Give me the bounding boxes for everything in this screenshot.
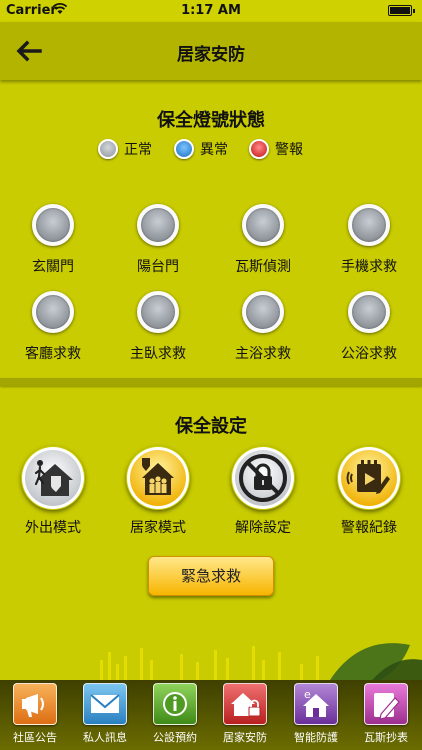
- tab-label: 社區公告: [13, 731, 57, 744]
- light-label: 手機求救: [341, 259, 397, 275]
- home-mode-button[interactable]: 居家模式: [105, 446, 211, 537]
- red-dot-icon: [249, 139, 269, 159]
- section-divider: [0, 378, 422, 386]
- alarm-log-button[interactable]: 警報紀錄: [316, 446, 422, 537]
- away-mode-button[interactable]: 外出模式: [0, 446, 106, 537]
- status-bar: Carrier 1:17 AM: [0, 0, 422, 22]
- mode-label: 解除設定: [235, 520, 291, 536]
- legend-label: 異常: [200, 142, 228, 158]
- status-light-icon: [242, 291, 284, 333]
- mode-label: 居家模式: [130, 520, 186, 536]
- legend-alarm: 警報: [249, 138, 303, 160]
- tab-gas-meter-reading[interactable]: 瓦斯抄表: [351, 683, 421, 745]
- alarm-log-icon: [337, 446, 401, 510]
- settings-section-title: 保全設定: [175, 416, 247, 437]
- info-icon: [153, 683, 197, 725]
- status-light-icon: [242, 204, 284, 246]
- light-label: 主浴求救: [235, 346, 291, 362]
- page-title: 居家安防: [177, 45, 245, 65]
- light-gas-detection[interactable]: 瓦斯偵測: [210, 204, 316, 276]
- status-light-icon: [32, 291, 74, 333]
- mail-icon: [83, 683, 127, 725]
- light-label: 玄關門: [32, 259, 74, 275]
- blue-dot-icon: [174, 139, 194, 159]
- announcement-icon: [13, 683, 57, 725]
- light-label: 瓦斯偵測: [235, 259, 291, 275]
- tab-facility-booking[interactable]: 公設預約: [140, 683, 210, 745]
- light-label: 公浴求救: [341, 346, 397, 362]
- disarm-button[interactable]: 解除設定: [210, 446, 316, 537]
- tab-home-security[interactable]: 居家安防: [210, 683, 280, 745]
- tab-label: 居家安防: [223, 731, 267, 744]
- legend-normal: 正常: [98, 138, 152, 160]
- status-light-icon: [348, 204, 390, 246]
- legend-label: 警報: [275, 142, 303, 158]
- light-label: 主臥求救: [130, 346, 186, 362]
- light-master-bedroom-sos[interactable]: 主臥求救: [105, 291, 211, 363]
- clock: 1:17 AM: [181, 3, 241, 18]
- tab-label: 公設預約: [153, 731, 197, 744]
- away-mode-icon: [21, 446, 85, 510]
- home-mode-icon: [126, 446, 190, 510]
- legend-label: 正常: [124, 142, 152, 158]
- navigation-bar: 居家安防: [0, 22, 422, 80]
- light-balcony-door[interactable]: 陽台門: [105, 204, 211, 276]
- home-lock-icon: [223, 683, 267, 725]
- status-light-icon: [32, 204, 74, 246]
- light-living-room-sos[interactable]: 客廳求救: [0, 291, 106, 363]
- legend-abnormal: 異常: [174, 138, 228, 160]
- emergency-sos-button[interactable]: 緊急求救: [148, 556, 274, 596]
- battery-icon: [388, 5, 415, 16]
- tab-label: 瓦斯抄表: [364, 731, 408, 744]
- tab-label: 智能防護: [294, 731, 338, 744]
- svg-text:e: e: [304, 688, 311, 701]
- disarm-icon: [231, 446, 295, 510]
- status-light-icon: [348, 291, 390, 333]
- meter-edit-icon: [364, 683, 408, 725]
- light-master-bath-sos[interactable]: 主浴求救: [210, 291, 316, 363]
- bottom-tab-bar: 社區公告 私人訊息 公設預約 居家安防 e 智能防護 瓦斯抄表: [0, 680, 422, 750]
- status-section-title: 保全燈號狀態: [157, 110, 265, 131]
- tab-community-announcement[interactable]: 社區公告: [0, 683, 70, 745]
- status-legend: 正常 異常 警報: [0, 138, 422, 160]
- mode-label: 外出模式: [25, 520, 81, 536]
- light-label: 陽台門: [137, 259, 179, 275]
- tab-label: 私人訊息: [83, 731, 127, 744]
- tab-private-message[interactable]: 私人訊息: [70, 683, 140, 745]
- gray-dot-icon: [98, 139, 118, 159]
- light-public-bath-sos[interactable]: 公浴求救: [316, 291, 422, 363]
- light-label: 客廳求救: [25, 346, 81, 362]
- mode-label: 警報紀錄: [341, 520, 397, 536]
- status-light-icon: [137, 204, 179, 246]
- smart-home-icon: e: [294, 683, 338, 725]
- decorative-background: [0, 630, 422, 680]
- tab-smart-protection[interactable]: e 智能防護: [281, 683, 351, 745]
- light-entrance-door[interactable]: 玄關門: [0, 204, 106, 276]
- light-phone-sos[interactable]: 手機求救: [316, 204, 422, 276]
- status-light-icon: [137, 291, 179, 333]
